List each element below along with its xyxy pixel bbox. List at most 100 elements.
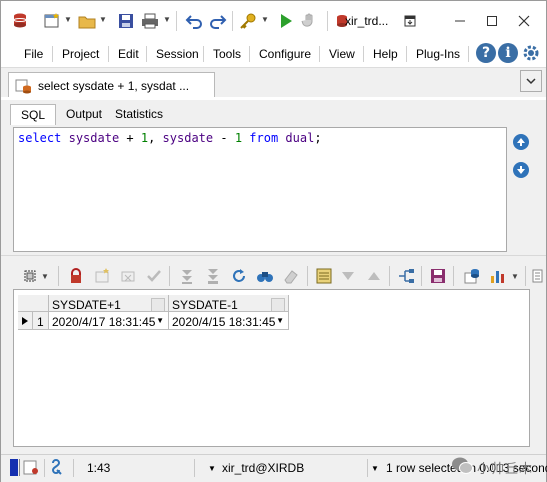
- grid-select-icon[interactable]: [21, 267, 39, 285]
- column-sort-button[interactable]: [271, 298, 285, 311]
- fetch-next-icon[interactable]: [178, 267, 196, 285]
- undo-icon[interactable]: [183, 10, 205, 32]
- progress-indicator: [10, 459, 18, 476]
- sql-statement[interactable]: select sysdate + 1, sysdate - 1 from dua…: [18, 131, 322, 145]
- document-status-icon: [23, 459, 39, 476]
- delete-record-icon[interactable]: [119, 267, 137, 285]
- settings-gear-icon[interactable]: [521, 43, 541, 63]
- refresh-icon[interactable]: [230, 267, 248, 285]
- print-dropdown-icon[interactable]: ▼: [163, 15, 171, 24]
- menu-project[interactable]: Project: [62, 47, 99, 61]
- current-row-arrow-icon: [22, 317, 28, 325]
- clear-icon[interactable]: [282, 267, 300, 285]
- tab-statistics[interactable]: Statistics: [111, 104, 167, 124]
- sql-token-op: -: [213, 131, 235, 145]
- window-list-button[interactable]: [520, 70, 542, 92]
- cell-value: 2020/4/17 18:31:45: [52, 315, 156, 329]
- column-header-label: SYSDATE-1: [172, 298, 238, 312]
- find-icon[interactable]: [256, 267, 274, 285]
- menu-tools[interactable]: Tools: [213, 47, 241, 61]
- minimize-button[interactable]: [447, 9, 473, 33]
- table-cell[interactable]: 2020/4/17 18:31:45 ▼: [49, 312, 169, 330]
- maximize-button[interactable]: [479, 9, 505, 33]
- grid-select-dropdown-icon[interactable]: ▼: [41, 272, 49, 281]
- info-icon[interactable]: i: [498, 43, 518, 63]
- sort-icon[interactable]: [365, 267, 383, 285]
- sql-token-ident: dual: [285, 131, 315, 145]
- menu-view[interactable]: View: [329, 47, 355, 61]
- connection-name[interactable]: xir_trd@XIRDB: [222, 461, 304, 475]
- menu-file[interactable]: File: [24, 47, 43, 61]
- open-folder-icon[interactable]: [76, 10, 98, 32]
- chart-icon[interactable]: [489, 267, 507, 285]
- export-db-icon[interactable]: [463, 267, 481, 285]
- grid-corner-header[interactable]: [18, 295, 49, 312]
- sql-window-tab[interactable]: select sysdate + 1, sysdat ...: [8, 72, 215, 98]
- chart-dropdown-icon[interactable]: ▼: [511, 272, 519, 281]
- sql-token-op: ;: [314, 131, 322, 145]
- menu-help[interactable]: Help: [373, 47, 398, 61]
- stop-icon[interactable]: [299, 10, 321, 32]
- menu-session[interactable]: Session: [156, 47, 199, 61]
- cursor-position: 1:43: [87, 461, 111, 475]
- sql-editor[interactable]: select sysdate + 1, sysdate - 1 from dua…: [13, 127, 507, 252]
- tab-sql[interactable]: SQL: [10, 104, 56, 125]
- sql-token-kw: from: [249, 131, 279, 145]
- menu-plug-ins[interactable]: Plug-Ins: [416, 47, 460, 61]
- app-window: ▼ ▼ ▼ ▼ xir_trd... File Project Edit Ses…: [0, 0, 547, 482]
- open-dropdown-icon[interactable]: ▼: [99, 15, 107, 24]
- title-bar: ▼ ▼ ▼ ▼ xir_trd...: [1, 1, 546, 41]
- connection-dropdown-icon[interactable]: ▼: [208, 464, 216, 473]
- tab-strip: [1, 97, 546, 100]
- watermark: 小帅丘木: [447, 452, 545, 480]
- sql-token-kw: select: [18, 131, 62, 145]
- key-icon[interactable]: [237, 10, 259, 32]
- result-grid: SYSDATE+1 SYSDATE-1 1 2020/4/17 18:31:45…: [13, 289, 530, 447]
- close-button[interactable]: [511, 9, 537, 33]
- row-number-label: 1: [37, 315, 44, 329]
- cell-dropdown-icon[interactable]: ▼: [276, 316, 284, 325]
- restore-docked-icon[interactable]: [397, 9, 423, 33]
- post-changes-icon[interactable]: [145, 267, 163, 285]
- table-cell[interactable]: 2020/4/15 18:31:45 ▼: [169, 312, 289, 330]
- help-icon[interactable]: ?: [476, 43, 496, 63]
- menu-configure[interactable]: Configure: [259, 47, 311, 61]
- sql-token-num: 1: [234, 131, 243, 145]
- next-statement-icon[interactable]: [513, 162, 529, 178]
- window-title: xir_trd...: [345, 14, 389, 28]
- save-icon[interactable]: [115, 10, 137, 32]
- print-icon[interactable]: [139, 10, 161, 32]
- splitter[interactable]: [1, 255, 546, 262]
- new-dropdown-icon[interactable]: ▼: [64, 15, 72, 24]
- export-results-icon[interactable]: [429, 267, 447, 285]
- row-indicator[interactable]: [18, 312, 33, 330]
- column-header-label: SYSDATE+1: [52, 298, 121, 312]
- new-window-icon[interactable]: [41, 10, 63, 32]
- menu-bar: File Project Edit Session Tools Configur…: [1, 41, 546, 68]
- query-by-example-icon[interactable]: [339, 267, 357, 285]
- sql-window-icon: [15, 77, 33, 98]
- fetch-last-icon[interactable]: [204, 267, 222, 285]
- execute-icon[interactable]: [275, 10, 297, 32]
- sql-token-ident: sysdate: [162, 131, 214, 145]
- insert-record-icon[interactable]: [93, 267, 111, 285]
- menu-edit[interactable]: Edit: [118, 47, 139, 61]
- redo-icon[interactable]: [207, 10, 229, 32]
- cell-dropdown-icon[interactable]: ▼: [156, 316, 164, 325]
- lock-icon[interactable]: [67, 267, 85, 285]
- column-header[interactable]: SYSDATE-1: [169, 295, 289, 312]
- previous-statement-icon[interactable]: [513, 134, 529, 150]
- column-sort-button[interactable]: [151, 298, 165, 311]
- sql-token-op: [61, 131, 68, 145]
- connection-state-icon: [49, 459, 65, 476]
- key-dropdown-icon[interactable]: ▼: [261, 15, 269, 24]
- column-header[interactable]: SYSDATE+1: [49, 295, 169, 312]
- tab-output[interactable]: Output: [60, 104, 108, 124]
- watermark-text: 小帅丘木: [477, 461, 534, 476]
- sql-token-num: 1: [140, 131, 149, 145]
- link-icon[interactable]: [397, 267, 415, 285]
- single-record-view-icon[interactable]: [315, 267, 333, 285]
- sql-token-op: +: [119, 131, 141, 145]
- sql-token-op: ,: [148, 131, 163, 145]
- grid-more-icon[interactable]: [528, 267, 546, 285]
